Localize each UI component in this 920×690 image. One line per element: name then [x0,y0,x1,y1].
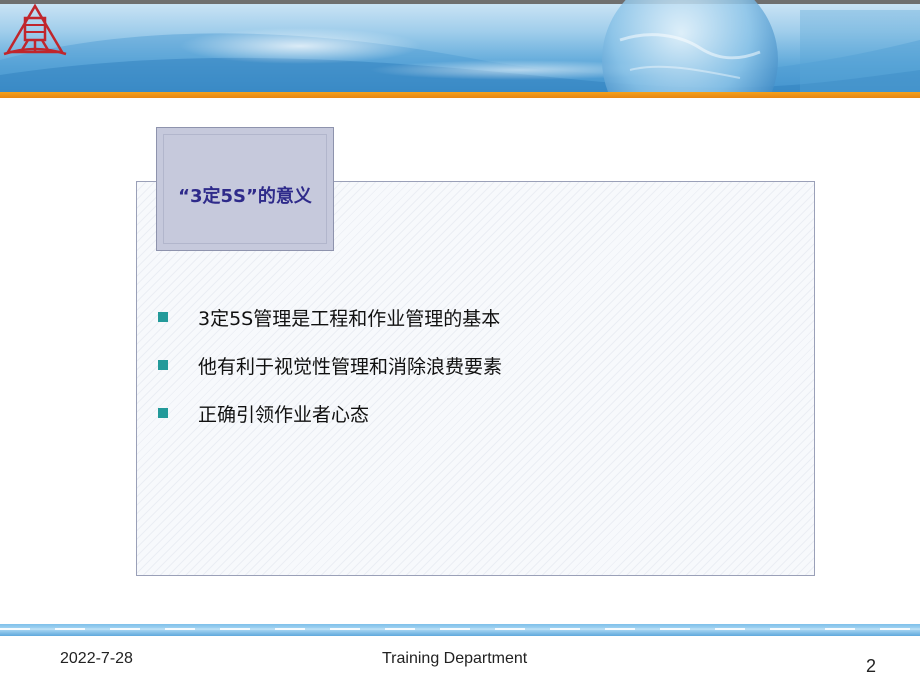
banner-globe-graphic [0,0,920,92]
square-bullet-icon [158,408,168,418]
page-number: 2 [866,656,877,676]
slide-title-box: “3定5S”的意义 [156,127,334,251]
bullet-text: 正确引领作业者心态 [198,403,370,426]
square-bullet-icon [158,312,168,322]
bullet-item: 他有利于视觉性管理和消除浪费要素 [158,350,658,380]
square-bullet-icon [158,360,168,370]
footer-date: 2022-7-28 [60,650,133,667]
footer-stripe [0,624,920,636]
slide-title: “3定5S”的意义 [178,186,312,207]
bullet-text: 3定5S管理是工程和作业管理的基本 [198,307,501,330]
header-banner [0,0,920,92]
footer-stripe-highlight [0,628,920,630]
bullet-item: 正确引领作业者心态 [158,398,658,428]
company-logo-icon [3,3,67,56]
header-accent-bar [0,92,920,98]
bullet-text: 他有利于视觉性管理和消除浪费要素 [198,355,503,378]
bullet-item: 3定5S管理是工程和作业管理的基本 [158,302,658,332]
footer-department: Training Department [382,650,528,667]
